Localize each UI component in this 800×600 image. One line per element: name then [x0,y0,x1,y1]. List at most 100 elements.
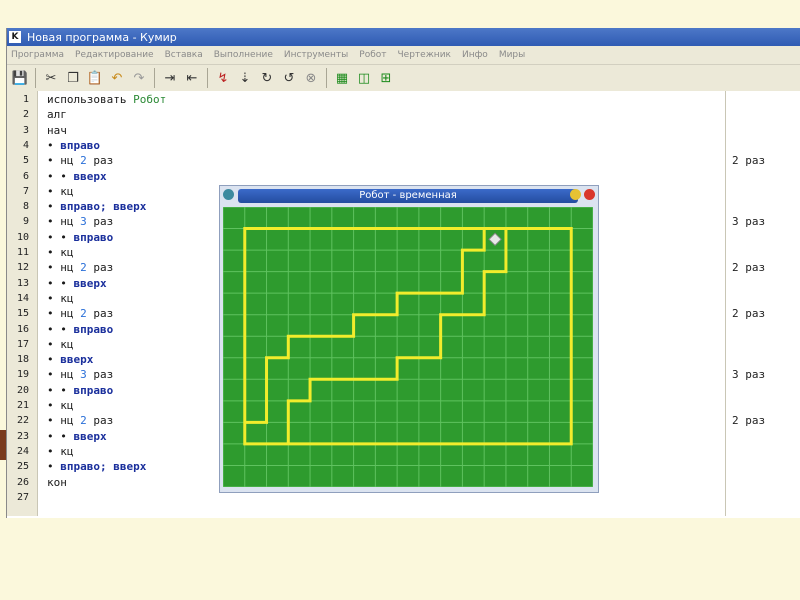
run-icon[interactable]: ↯ [214,69,232,87]
redo-icon[interactable]: ↷ [130,69,148,87]
app-icon: K [9,31,21,43]
code-token: • нц [47,154,81,168]
code-line[interactable]: • вверх [47,353,93,366]
menu-item[interactable]: Робот [359,50,386,60]
code-line[interactable]: • нц 2 раз [47,154,113,167]
code-line[interactable]: • • вправо [47,231,113,244]
line-number: 19 [16,369,29,381]
code-token: нач [47,123,67,137]
step-out-icon[interactable]: ↺ [280,69,298,87]
code-line[interactable]: • кц [47,185,74,198]
code-token: вправо [73,322,114,336]
code-token: • кц [47,444,74,458]
line-number: 13 [16,277,29,289]
stop-icon[interactable]: ⊗ [302,69,320,87]
step-into-icon[interactable]: ⇣ [236,69,254,87]
line-number: 23 [16,430,29,442]
code-token: • нц [47,414,81,428]
menu-item[interactable]: Программа [11,50,64,60]
close-icon[interactable] [584,189,595,200]
code-token: раз [86,414,114,428]
code-token: раз [86,261,114,275]
code-token: вверх [60,353,94,367]
line-number: 6 [22,170,29,182]
code-token: • кц [47,246,74,259]
line-number: 12 [16,262,29,274]
indent-icon[interactable]: ⇥ [161,69,179,87]
toolbar: 💾 ✂ ❐ 📋 ↶ ↷ ⇥ ⇤ ↯ ⇣ ↻ ↺ ⊗ ▦ ◫ ⊞ [7,65,800,92]
code-token: • [47,460,61,474]
code-token: вверх [73,429,107,443]
repeat-count-note: 2 раз [732,414,766,428]
menu-item[interactable]: Миры [499,50,525,60]
code-line[interactable]: • вправо; вверх [47,460,146,473]
code-line[interactable]: • кц [47,338,74,351]
window-menu-icon[interactable] [223,189,234,200]
toolbar-separator [326,68,327,88]
code-token: • • [47,429,74,443]
code-line[interactable]: • нц 2 раз [47,261,113,274]
code-line[interactable]: • вправо [47,139,100,152]
minimize-icon[interactable] [570,189,581,200]
code-line[interactable]: • • вверх [47,170,107,183]
code-line[interactable]: • вправо; вверх [47,200,146,213]
menu-item[interactable]: Вставка [165,50,203,60]
code-line[interactable]: использовать Робот [47,93,166,106]
code-token: • кц [47,337,74,351]
menu-item[interactable]: Инструменты [284,50,348,60]
code-line[interactable]: • нц 2 раз [47,414,113,427]
repeat-count-note: 2 раз [732,261,766,275]
line-number: 20 [16,384,29,396]
code-line[interactable]: • кц [47,399,74,412]
code-line[interactable]: • кц [47,292,74,305]
code-token: • нц [47,368,81,382]
code-line[interactable]: • кц [47,246,74,259]
cut-icon[interactable]: ✂ [42,69,60,87]
code-token: раз [86,215,114,229]
unindent-icon[interactable]: ⇤ [183,69,201,87]
code-token: • • [47,383,74,397]
robot-window-title: Робот - временная [238,189,578,203]
code-line[interactable]: • • вправо [47,323,113,336]
code-token: использовать [47,93,134,106]
code-line[interactable]: • • вверх [47,277,107,290]
robot-panel-icon[interactable]: ◫ [355,69,373,87]
line-number: 14 [16,292,29,304]
toolbar-separator [35,68,36,88]
robot-field-icon[interactable]: ▦ [333,69,351,87]
line-number: 8 [22,201,29,213]
robot-grid-icon[interactable]: ⊞ [377,69,395,87]
code-token: • [47,353,61,367]
code-line[interactable]: • кц [47,445,74,458]
title-bar: K Новая программа - Кумир [7,28,800,46]
code-line[interactable]: • нц 3 раз [47,215,113,228]
code-token: вправо; вверх [60,460,147,474]
code-line[interactable]: • нц 3 раз [47,368,113,381]
code-token: • кц [47,291,74,305]
save-icon[interactable]: 💾 [11,69,29,87]
undo-icon[interactable]: ↶ [108,69,126,87]
code-line[interactable]: кон [47,476,67,489]
menu-item[interactable]: Инфо [462,50,488,60]
paste-icon[interactable]: 📋 [86,69,104,87]
code-line[interactable]: • • вверх [47,430,107,443]
code-line[interactable]: • нц 2 раз [47,307,113,320]
robot-window[interactable]: Робот - временная [219,185,599,493]
code-line[interactable]: • • вправо [47,384,113,397]
code-token: 3 [80,368,87,382]
menu-item[interactable]: Редактирование [75,50,154,60]
menu-item[interactable]: Выполнение [214,50,273,60]
menu-item[interactable]: Чертежник [398,50,451,60]
repeat-count-note: 3 раз [732,215,766,229]
code-token: 2 [80,414,87,428]
code-token: 3 [80,215,87,229]
copy-icon[interactable]: ❐ [64,69,82,87]
step-icon[interactable]: ↻ [258,69,276,87]
code-token: вверх [73,169,107,183]
code-line[interactable]: нач [47,124,67,137]
code-line[interactable]: алг [47,108,67,121]
code-token: раз [86,368,114,382]
line-number: 15 [16,308,29,320]
repeat-count-note: 3 раз [732,368,766,382]
code-token: 2 [80,261,87,275]
